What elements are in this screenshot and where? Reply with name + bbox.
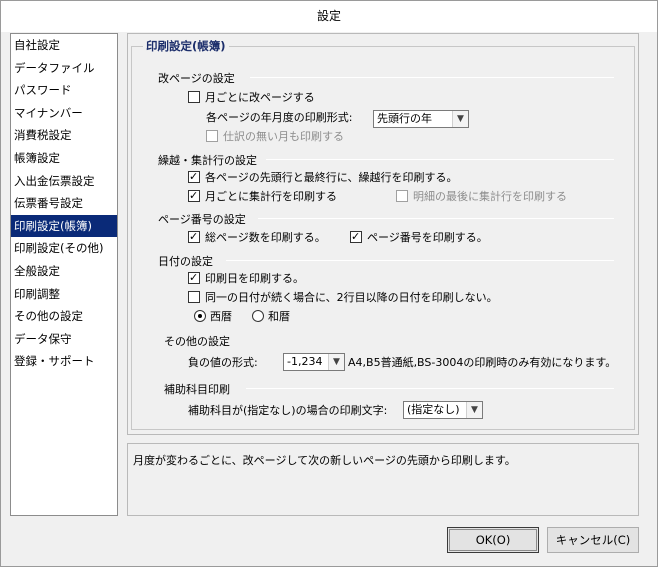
checkbox-box[interactable] <box>188 190 200 202</box>
window-title: 設定 <box>1 1 657 32</box>
divider <box>250 77 614 78</box>
checkbox-box[interactable] <box>188 171 200 183</box>
seireki-radio[interactable]: 西暦 <box>194 308 232 324</box>
negative-format-dropdown[interactable]: -1,234 ▼ <box>283 353 345 371</box>
sidebar-item-other-settings[interactable]: その他の設定 <box>11 305 117 328</box>
sidebar-item-data-maintenance[interactable]: データ保守 <box>11 328 117 351</box>
section-title-other: その他の設定 <box>164 335 230 348</box>
checkbox-label: 仕訳の無い月も印刷する <box>223 130 344 143</box>
dropdown-value: 先頭行の年 <box>377 112 432 125</box>
divider <box>266 159 614 160</box>
checkbox-label: 同一の日付が続く場合に、2行目以降の日付を印刷しない。 <box>205 291 498 304</box>
settings-sidebar[interactable]: 自社設定 データファイル パスワード マイナンバー 消費税設定 帳簿設定 入出金… <box>10 33 118 516</box>
checkbox-box[interactable] <box>188 231 200 243</box>
group-title: 印刷設定(帳簿) <box>143 38 229 54</box>
checkbox-box[interactable] <box>188 291 200 303</box>
divider <box>226 260 614 261</box>
description-box: 月度が変わるごとに、改ページして次の新しいページの先頭から印刷します。 <box>127 443 639 516</box>
ok-button[interactable]: OK(O) <box>447 527 539 553</box>
year-format-dropdown[interactable]: 先頭行の年 ▼ <box>373 110 469 128</box>
radio-button[interactable] <box>252 310 264 322</box>
sidebar-item-password[interactable]: パスワード <box>11 79 117 102</box>
negative-format-label: 負の値の形式: <box>188 356 258 369</box>
checkbox-label: 総ページ数を印刷する。 <box>205 231 326 244</box>
checkbox-box[interactable] <box>396 190 408 202</box>
sidebar-item-registration-support[interactable]: 登録・サポート <box>11 350 117 373</box>
checkbox-label: 月ごとに改ページする <box>205 91 315 104</box>
sidebar-item-print-other[interactable]: 印刷設定(その他) <box>11 237 117 260</box>
monthly-break-checkbox[interactable]: 月ごとに改ページする <box>188 89 315 105</box>
sidebar-item-ledger[interactable]: 帳簿設定 <box>11 147 117 170</box>
negative-format-note: A4,B5普通紙,BS-3004の印刷時のみ有効になります。 <box>348 356 617 369</box>
checkbox-label: 各ページの先頭行と最終行に、繰越行を印刷する。 <box>205 171 458 184</box>
sidebar-item-cash-slip[interactable]: 入出金伝票設定 <box>11 170 117 193</box>
checkbox-box[interactable] <box>188 91 200 103</box>
sub-account-dropdown[interactable]: (指定なし) ▼ <box>403 401 483 419</box>
total-pages-checkbox[interactable]: 総ページ数を印刷する。 <box>188 229 326 245</box>
chevron-down-icon[interactable]: ▼ <box>328 354 344 370</box>
print-carry-checkbox[interactable]: 各ページの先頭行と最終行に、繰越行を印刷する。 <box>188 169 457 185</box>
format-label: 各ページの年月度の印刷形式: <box>206 111 353 124</box>
dropdown-value: (指定なし) <box>407 403 460 416</box>
settings-panel: 印刷設定(帳簿) 改ページの設定 月ごとに改ページする 各ページの年月度の印刷形… <box>127 33 639 435</box>
same-date-checkbox[interactable]: 同一の日付が続く場合に、2行目以降の日付を印刷しない。 <box>188 289 498 305</box>
sidebar-item-print-adjust[interactable]: 印刷調整 <box>11 283 117 306</box>
sidebar-item-slip-number[interactable]: 伝票番号設定 <box>11 192 117 215</box>
section-title-sub-account: 補助科目印刷 <box>164 383 230 396</box>
detail-last-total-checkbox[interactable]: 明細の最後に集計行を印刷する <box>396 188 567 204</box>
print-date-checkbox[interactable]: 印刷日を印刷する。 <box>188 270 304 286</box>
page-number-checkbox[interactable]: ページ番号を印刷する。 <box>350 229 488 245</box>
checkbox-box[interactable] <box>350 231 362 243</box>
radio-label: 西暦 <box>210 310 232 323</box>
section-title-page-number: ページ番号の設定 <box>158 213 246 226</box>
divider <box>246 388 614 389</box>
checkbox-label: 月ごとに集計行を印刷する <box>205 190 337 203</box>
radio-label: 和暦 <box>268 310 290 323</box>
sidebar-item-my-number[interactable]: マイナンバー <box>11 102 117 125</box>
divider <box>258 218 614 219</box>
section-title-carryover: 繰越・集計行の設定 <box>158 154 257 167</box>
checkbox-label: 印刷日を印刷する。 <box>205 272 304 285</box>
chevron-down-icon[interactable]: ▼ <box>466 402 482 418</box>
print-settings-group: 印刷設定(帳簿) 改ページの設定 月ごとに改ページする 各ページの年月度の印刷形… <box>131 38 635 430</box>
checkbox-label: 明細の最後に集計行を印刷する <box>413 190 567 203</box>
sidebar-item-print-ledger[interactable]: 印刷設定(帳簿) <box>11 214 117 238</box>
sidebar-item-company[interactable]: 自社設定 <box>11 34 117 57</box>
checkbox-box[interactable] <box>206 130 218 142</box>
section-title-date: 日付の設定 <box>158 255 213 268</box>
monthly-total-checkbox[interactable]: 月ごとに集計行を印刷する <box>188 188 337 204</box>
cancel-button[interactable]: キャンセル(C) <box>547 527 639 553</box>
dropdown-value: -1,234 <box>287 355 323 368</box>
sidebar-item-consumption-tax[interactable]: 消費税設定 <box>11 124 117 147</box>
checkbox-box[interactable] <box>188 272 200 284</box>
print-empty-months-checkbox[interactable]: 仕訳の無い月も印刷する <box>206 128 344 144</box>
wareki-radio[interactable]: 和暦 <box>252 308 290 324</box>
radio-button[interactable] <box>194 310 206 322</box>
sidebar-item-data-file[interactable]: データファイル <box>11 57 117 80</box>
checkbox-label: ページ番号を印刷する。 <box>367 231 488 244</box>
sub-account-label: 補助科目が(指定なし)の場合の印刷文字: <box>188 404 388 417</box>
section-title-page-break: 改ページの設定 <box>158 72 235 85</box>
chevron-down-icon[interactable]: ▼ <box>452 111 468 127</box>
sidebar-item-general[interactable]: 全般設定 <box>11 260 117 283</box>
settings-window: 設定 自社設定 データファイル パスワード マイナンバー 消費税設定 帳簿設定 … <box>0 0 658 567</box>
